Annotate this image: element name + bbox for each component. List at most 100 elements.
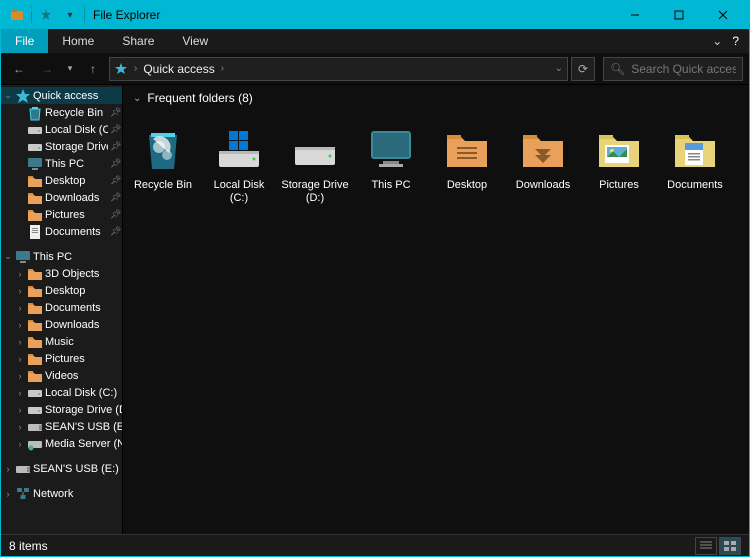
ribbon-expand-icon[interactable]: ⌄ ? <box>702 29 749 53</box>
folder-tile[interactable]: This PC <box>353 119 429 209</box>
folder-tile[interactable]: Local Disk (C:) <box>201 119 277 209</box>
chevron-right-icon[interactable]: › <box>15 269 25 279</box>
sidebar-group-network[interactable]: › Network <box>1 485 122 502</box>
pin-icon: 📌︎ <box>110 175 120 186</box>
recent-locations-button[interactable]: ▾ <box>63 57 77 81</box>
sidebar-item[interactable]: Desktop 📌︎ <box>1 172 122 189</box>
details-view-button[interactable] <box>695 537 717 555</box>
folder-tile[interactable]: Storage Drive (D:) <box>277 119 353 209</box>
sidebar-item[interactable]: Storage Drive (D:) 📌︎ <box>1 138 122 155</box>
drive-win-icon <box>213 123 265 175</box>
sidebar-item[interactable]: › Downloads <box>1 316 122 333</box>
sidebar-item[interactable]: › Videos <box>1 367 122 384</box>
sidebar[interactable]: ⌄ Quick access Recycle Bin 📌︎ Local Disk… <box>1 85 123 534</box>
sidebar-item[interactable]: › Documents <box>1 299 122 316</box>
sidebar-group-usb[interactable]: › SEAN'S USB (E:) <box>1 460 122 477</box>
chevron-right-icon[interactable]: › <box>15 405 25 415</box>
sidebar-group-quick-access[interactable]: ⌄ Quick access <box>1 87 122 104</box>
sidebar-item-label: Storage Drive (D:) <box>45 404 122 416</box>
drive-big-icon <box>289 123 341 175</box>
chevron-right-icon[interactable]: › <box>3 464 13 474</box>
folder-tile[interactable]: Pictures <box>581 119 657 209</box>
sidebar-item-label: Pictures <box>45 353 122 365</box>
folder-tile[interactable]: Recycle Bin <box>125 119 201 209</box>
tile-label: Downloads <box>516 179 570 192</box>
sidebar-item-label: Desktop <box>45 285 122 297</box>
maximize-button[interactable] <box>657 1 701 29</box>
sidebar-item-label: Recycle Bin <box>45 107 108 119</box>
tab-home[interactable]: Home <box>48 29 108 53</box>
status-text: 8 items <box>9 539 48 553</box>
sidebar-item[interactable]: Pictures 📌︎ <box>1 206 122 223</box>
dropdown-icon[interactable]: ▾ <box>62 7 78 23</box>
sidebar-item[interactable]: › Pictures <box>1 350 122 367</box>
sidebar-item[interactable]: › Local Disk (C:) <box>1 384 122 401</box>
sidebar-item[interactable]: › 3D Objects <box>1 265 122 282</box>
folder-down-icon <box>517 123 569 175</box>
pc-icon <box>27 156 43 172</box>
folder-orange-icon <box>27 368 43 384</box>
chevron-right-icon[interactable]: › <box>15 371 25 381</box>
address-bar[interactable]: › Quick access › ⌄ <box>109 57 568 81</box>
sidebar-item[interactable]: › Music <box>1 333 122 350</box>
sidebar-item-label: 3D Objects <box>45 268 122 280</box>
chevron-right-icon[interactable]: › <box>15 439 25 449</box>
sidebar-item[interactable]: Local Disk (C:) 📌︎ <box>1 121 122 138</box>
sidebar-item-label: Desktop <box>45 175 108 187</box>
chevron-right-icon[interactable]: › <box>15 286 25 296</box>
usb-icon <box>15 461 31 477</box>
file-menu[interactable]: File <box>1 29 48 53</box>
chevron-right-icon[interactable]: › <box>221 63 224 74</box>
folder-orange-icon <box>27 283 43 299</box>
sidebar-item[interactable]: › Media Server (N:) <box>1 435 122 452</box>
content-pane[interactable]: ⌄ Frequent folders (8) Recycle Bin Local… <box>123 85 749 534</box>
back-button[interactable]: ← <box>7 57 31 81</box>
chevron-right-icon[interactable]: › <box>15 303 25 313</box>
tab-view[interactable]: View <box>168 29 222 53</box>
sidebar-item[interactable]: › Storage Drive (D:) <box>1 401 122 418</box>
sidebar-group-label: SEAN'S USB (E:) <box>33 463 122 475</box>
chevron-right-icon[interactable]: › <box>15 388 25 398</box>
tab-share[interactable]: Share <box>108 29 168 53</box>
sidebar-item-label: Local Disk (C:) <box>45 387 122 399</box>
chevron-right-icon[interactable]: › <box>3 489 13 499</box>
sidebar-item[interactable]: This PC 📌︎ <box>1 155 122 172</box>
chevron-right-icon[interactable]: › <box>15 354 25 364</box>
sidebar-group-this-pc[interactable]: ⌄ This PC <box>1 248 122 265</box>
sidebar-item-label: Media Server (N:) <box>45 438 122 450</box>
chevron-right-icon[interactable]: › <box>15 422 25 432</box>
folder-tile[interactable]: Documents <box>657 119 733 209</box>
refresh-button[interactable]: ⟳ <box>571 57 595 81</box>
drive-icon <box>27 139 43 155</box>
chevron-right-icon[interactable]: › <box>15 337 25 347</box>
sidebar-item[interactable]: Documents 📌︎ <box>1 223 122 240</box>
close-button[interactable] <box>701 1 745 29</box>
sidebar-item[interactable]: Recycle Bin 📌︎ <box>1 104 122 121</box>
sidebar-item[interactable]: › SEAN'S USB (E:) <box>1 418 122 435</box>
up-button[interactable]: ↑ <box>81 57 105 81</box>
minimize-button[interactable] <box>613 1 657 29</box>
sidebar-item[interactable]: Downloads 📌︎ <box>1 189 122 206</box>
recycle-big-icon <box>137 123 189 175</box>
search-input[interactable] <box>631 62 736 76</box>
qa-icon[interactable] <box>38 7 54 23</box>
chevron-right-icon[interactable]: › <box>134 63 137 74</box>
sidebar-item[interactable]: › Desktop <box>1 282 122 299</box>
folder-tile[interactable]: Downloads <box>505 119 581 209</box>
folder-tile[interactable]: Desktop <box>429 119 505 209</box>
forward-button[interactable]: → <box>35 57 59 81</box>
documents-icon <box>669 123 721 175</box>
address-dropdown-icon[interactable]: ⌄ <box>555 63 563 74</box>
search-box[interactable]: 🔍︎ <box>603 57 743 81</box>
chevron-down-icon[interactable]: ⌄ <box>3 90 13 101</box>
breadcrumb[interactable]: Quick access <box>143 62 214 76</box>
section-header[interactable]: ⌄ Frequent folders (8) <box>123 85 749 111</box>
netdrive-icon <box>27 436 43 452</box>
sidebar-item-label: This PC <box>45 158 108 170</box>
tiles-view-button[interactable] <box>719 537 741 555</box>
navbar: ← → ▾ ↑ › Quick access › ⌄ ⟳ 🔍︎ <box>1 53 749 85</box>
pin-icon: 📌︎ <box>110 158 120 169</box>
chevron-down-icon[interactable]: ⌄ <box>133 93 141 104</box>
chevron-down-icon[interactable]: ⌄ <box>3 251 13 262</box>
chevron-right-icon[interactable]: › <box>15 320 25 330</box>
